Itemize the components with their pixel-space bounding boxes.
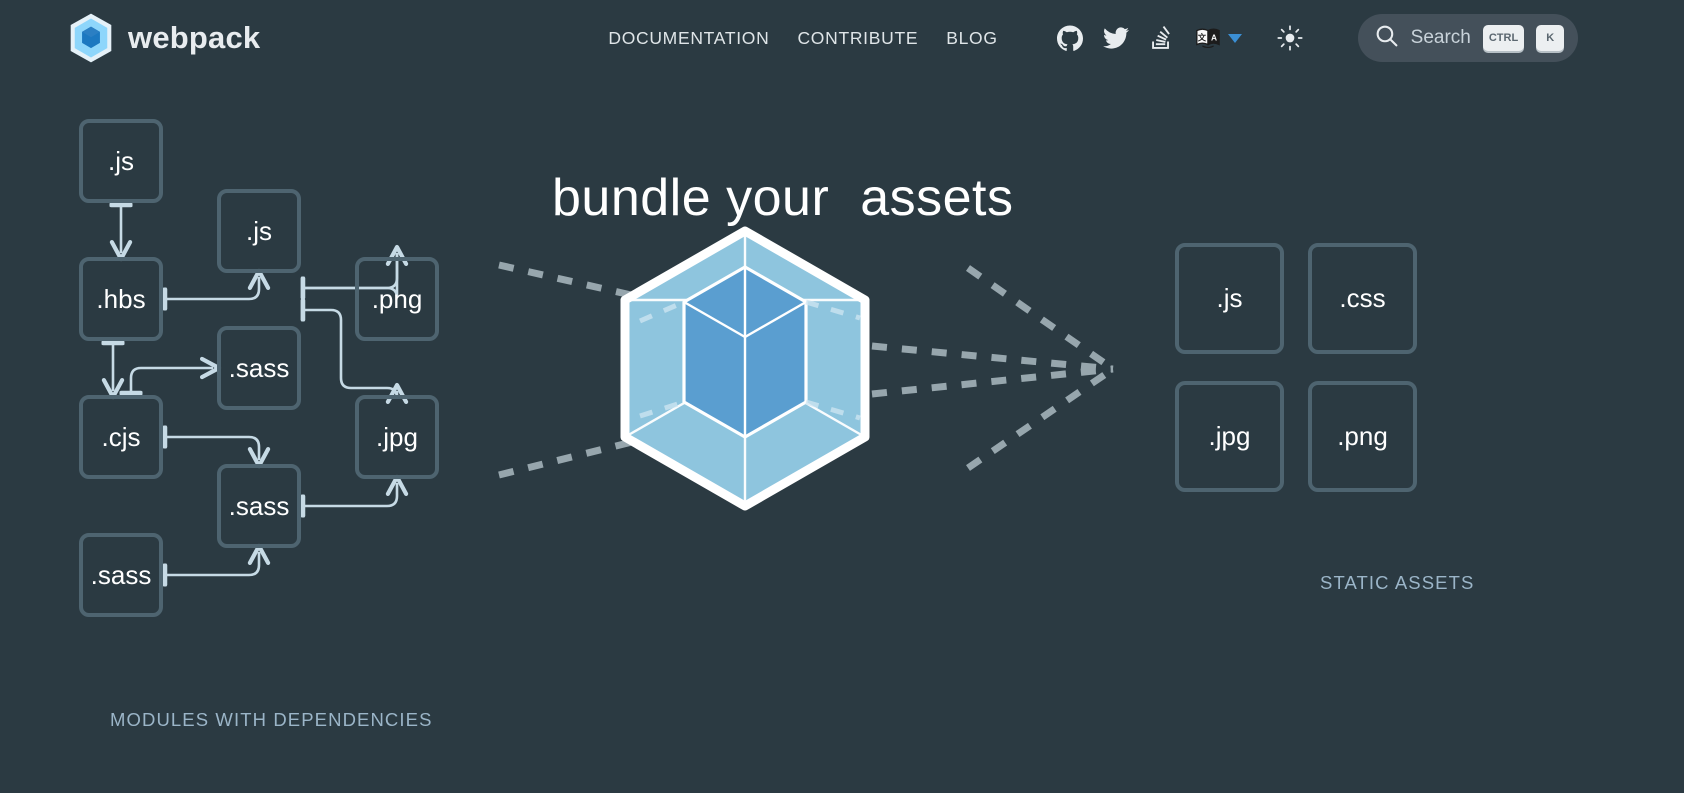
twitter-icon[interactable] bbox=[1102, 24, 1130, 52]
asset-node-png[interactable]: .png bbox=[1308, 381, 1417, 492]
page-title: bundle your assets bbox=[552, 168, 1014, 228]
module-label: .hbs bbox=[96, 283, 146, 314]
module-label: .jpg bbox=[376, 421, 418, 452]
module-node-hbs[interactable]: .hbs bbox=[79, 257, 163, 341]
search-icon bbox=[1374, 23, 1399, 53]
hero-word-your: your bbox=[726, 169, 830, 227]
asset-node-jpg[interactable]: .jpg bbox=[1175, 381, 1284, 492]
nav-blog[interactable]: BLOG bbox=[946, 28, 997, 49]
static-assets-caption: STATIC ASSETS bbox=[1320, 572, 1475, 593]
sun-icon[interactable] bbox=[1276, 24, 1304, 52]
webpack-cube-logo-icon bbox=[68, 12, 114, 64]
nav-contribute[interactable]: CONTRIBUTE bbox=[797, 28, 918, 49]
main-nav: DOCUMENTATION CONTRIBUTE BLOG 文 A Search… bbox=[608, 14, 1579, 62]
webpack-cube-graphic bbox=[620, 226, 870, 511]
module-label: .js bbox=[108, 145, 134, 176]
svg-text:A: A bbox=[1211, 32, 1217, 42]
module-node-sass-2[interactable]: .sass bbox=[217, 464, 301, 548]
shortcut-ctrl: CTRL bbox=[1482, 25, 1525, 51]
module-node-cjs[interactable]: .cjs bbox=[79, 395, 163, 479]
asset-label: .js bbox=[1216, 283, 1243, 313]
stackoverflow-icon[interactable] bbox=[1148, 24, 1176, 52]
asset-node-js[interactable]: .js bbox=[1175, 243, 1284, 354]
module-label: .sass bbox=[228, 490, 290, 521]
module-node-png[interactable]: .png bbox=[355, 257, 439, 341]
language-selector[interactable]: 文 A bbox=[1194, 24, 1242, 52]
nav-documentation[interactable]: DOCUMENTATION bbox=[608, 28, 769, 49]
module-label: .png bbox=[371, 283, 423, 314]
asset-label: .css bbox=[1339, 283, 1386, 313]
module-node-js-1[interactable]: .js bbox=[79, 119, 163, 203]
chevron-down-icon bbox=[1227, 33, 1242, 43]
module-node-jpg[interactable]: .jpg bbox=[355, 395, 439, 479]
asset-node-css[interactable]: .css bbox=[1308, 243, 1417, 354]
shortcut-key: K bbox=[1536, 25, 1565, 51]
module-node-js-2[interactable]: .js bbox=[217, 189, 301, 273]
search-input[interactable]: Search bbox=[1411, 27, 1471, 49]
search-box[interactable]: Search CTRL K bbox=[1357, 14, 1579, 62]
brand-name: webpack bbox=[128, 20, 261, 55]
module-node-sass-3[interactable]: .sass bbox=[79, 533, 163, 617]
social-icon-row: 文 A bbox=[1056, 24, 1304, 52]
module-label: .cjs bbox=[101, 421, 141, 452]
inbound-dashed-arrows bbox=[498, 261, 641, 479]
github-icon[interactable] bbox=[1056, 24, 1084, 52]
module-label: .sass bbox=[228, 352, 290, 383]
site-header: webpack DOCUMENTATION CONTRIBUTE BLOG 文 … bbox=[0, 0, 1684, 76]
webpack-homepage: webpack DOCUMENTATION CONTRIBUTE BLOG 文 … bbox=[0, 0, 1684, 793]
modules-caption: MODULES WITH DEPENDENCIES bbox=[110, 709, 433, 730]
hero-word-assets: assets bbox=[860, 169, 1014, 227]
brand[interactable]: webpack bbox=[68, 12, 260, 64]
module-node-sass-1[interactable]: .sass bbox=[217, 326, 301, 410]
asset-label: .jpg bbox=[1208, 421, 1251, 451]
module-label: .js bbox=[246, 215, 272, 246]
module-label: .sass bbox=[90, 559, 152, 590]
outbound-dashed-arrows bbox=[871, 265, 1116, 471]
asset-label: .png bbox=[1337, 421, 1388, 451]
svg-text:文: 文 bbox=[1197, 32, 1206, 42]
translate-icon: 文 A bbox=[1194, 24, 1222, 52]
hero-word-bundle: bundle bbox=[552, 169, 712, 227]
